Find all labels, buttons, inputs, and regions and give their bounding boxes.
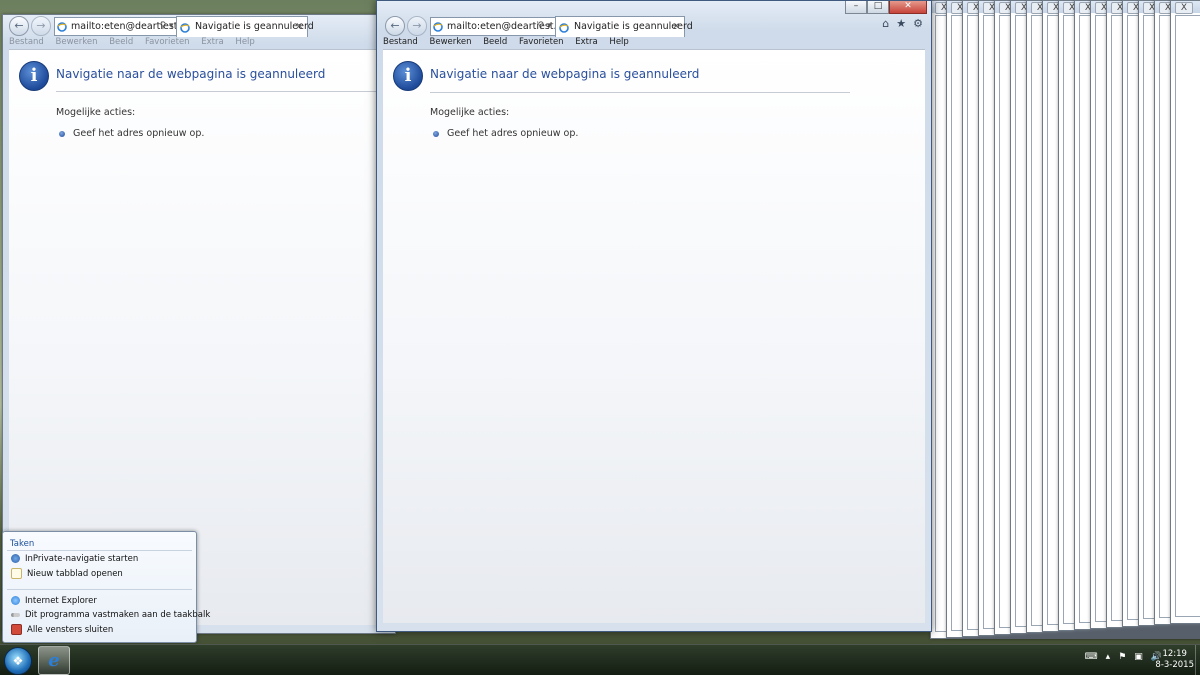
browser-window-active[interactable]: –□✕ ← → mailto:eten@deartiest.n ⚲ ▾ ↻ Na… bbox=[376, 0, 932, 632]
clock[interactable]: 12:19 8-3-2015 bbox=[1155, 649, 1194, 671]
system-tray: ⌨ ▴ ⚑ ▣ 🔊 bbox=[1077, 652, 1162, 662]
menu-beeld[interactable]: Beeld bbox=[109, 37, 133, 47]
search-icon[interactable]: ⚲ bbox=[160, 21, 167, 31]
keyboard-icon[interactable]: ⌨ bbox=[1085, 652, 1098, 662]
jump-list-label: Nieuw tabblad openen bbox=[27, 569, 123, 579]
menu-beeld[interactable]: Beeld bbox=[483, 37, 507, 47]
tab-close-icon[interactable]: ✕ bbox=[672, 17, 680, 37]
actions-label: Mogelijke acties: bbox=[56, 107, 136, 118]
close-button[interactable]: ✕ bbox=[889, 1, 927, 14]
show-hidden-icons-icon[interactable]: ▴ bbox=[1106, 652, 1111, 662]
bullet-icon bbox=[59, 130, 65, 137]
error-title: Navigatie naar de webpagina is geannulee… bbox=[430, 67, 700, 81]
jump-list-close-all[interactable]: Alle vensters sluiten bbox=[11, 624, 113, 635]
clock-time: 12:19 bbox=[1162, 649, 1187, 659]
back-button[interactable]: ← bbox=[9, 16, 29, 36]
jump-list-task-new-tab[interactable]: Nieuw tabblad openen bbox=[11, 568, 123, 579]
clock-date: 8-3-2015 bbox=[1155, 660, 1194, 670]
home-icon[interactable]: ⌂ bbox=[882, 17, 889, 30]
jump-list-label: Internet Explorer bbox=[25, 596, 97, 606]
action-center-flag-icon[interactable]: ⚑ bbox=[1118, 652, 1126, 662]
navigation-bar: ← → mailto:eten@deartiest.n ⚲ ▾ ↻ Naviga… bbox=[9, 15, 389, 37]
command-icons: ⌂ ★ ⚙ bbox=[875, 17, 923, 30]
jump-list-header: Taken bbox=[10, 539, 35, 549]
bullet-icon bbox=[433, 130, 439, 137]
jump-list-label: Dit programma vastmaken aan de taakbalk bbox=[25, 610, 211, 620]
menu-bar: Bestand Bewerken Beeld Favorieten Extra … bbox=[383, 37, 925, 48]
maximize-button[interactable]: □ bbox=[867, 1, 889, 14]
ie-icon: e bbox=[48, 650, 60, 671]
taskbar: ❖ e ⌨ ▴ ⚑ ▣ 🔊 12:19 8-3-2015 bbox=[0, 644, 1200, 675]
menu-bar: Bestand Bewerken Beeld Favorieten Extra … bbox=[9, 37, 389, 48]
pin-icon bbox=[11, 612, 20, 617]
info-icon: i bbox=[19, 61, 49, 91]
close-all-icon bbox=[11, 624, 22, 635]
dropdown-icon[interactable]: ▾ bbox=[169, 21, 174, 31]
divider bbox=[56, 91, 386, 92]
network-icon[interactable]: ▣ bbox=[1134, 652, 1143, 662]
menu-extra[interactable]: Extra bbox=[201, 37, 223, 47]
menu-favorieten[interactable]: Favorieten bbox=[145, 37, 190, 47]
tab-close-icon[interactable]: ✕ bbox=[295, 17, 303, 37]
window-content bbox=[1175, 15, 1200, 617]
gear-icon[interactable]: ⚙ bbox=[913, 17, 923, 30]
menu-bestand[interactable]: Bestand bbox=[9, 37, 44, 47]
minimize-button[interactable]: – bbox=[845, 1, 867, 14]
divider bbox=[430, 92, 850, 93]
caption-buttons: – □ ✕ bbox=[845, 1, 927, 14]
jump-list-label: InPrivate-navigatie starten bbox=[25, 554, 139, 564]
jump-list-task-inprivate[interactable]: InPrivate-navigatie starten bbox=[11, 554, 138, 564]
stacked-browser-window[interactable]: X bbox=[1170, 0, 1200, 624]
show-desktop-button[interactable] bbox=[1195, 645, 1200, 675]
jump-list-pin[interactable]: Dit programma vastmaken aan de taakbalk bbox=[11, 610, 210, 620]
tab-active[interactable]: Navigatie is geannuleerd ✕ bbox=[555, 16, 693, 37]
close-button[interactable]: X bbox=[1175, 2, 1193, 14]
info-icon: i bbox=[393, 61, 423, 91]
tab-active[interactable]: Navigatie is geannuleerd ✕ bbox=[176, 16, 314, 37]
action-item: Geef het adres opnieuw op. bbox=[59, 128, 204, 139]
address-bar[interactable]: mailto:eten@deartiest.n ⚲ ▾ ↻ bbox=[54, 17, 188, 36]
forward-button[interactable]: → bbox=[407, 16, 427, 36]
jump-list: Taken InPrivate-navigatie starten Nieuw … bbox=[2, 531, 210, 643]
ie-page-icon bbox=[57, 21, 67, 35]
start-button[interactable]: ❖ bbox=[4, 647, 32, 675]
menu-bewerken[interactable]: Bewerken bbox=[430, 37, 472, 47]
ie-page-icon bbox=[433, 21, 443, 35]
dropdown-icon[interactable]: ▾ bbox=[547, 21, 552, 31]
new-tab-icon bbox=[11, 568, 22, 579]
jump-list-label: Alle vensters sluiten bbox=[27, 625, 114, 635]
actions-label: Mogelijke acties: bbox=[430, 107, 510, 118]
back-button[interactable]: ← bbox=[385, 16, 405, 36]
jump-list-divider bbox=[7, 589, 192, 590]
page-content: i Navigatie naar de webpagina is geannul… bbox=[383, 49, 925, 623]
menu-help[interactable]: Help bbox=[609, 37, 628, 47]
ie-icon bbox=[11, 596, 20, 605]
menu-bewerken[interactable]: Bewerken bbox=[56, 37, 98, 47]
menu-extra[interactable]: Extra bbox=[575, 37, 597, 47]
jump-list-internet-explorer[interactable]: Internet Explorer bbox=[11, 596, 97, 606]
favorites-star-icon[interactable]: ★ bbox=[896, 17, 906, 30]
address-bar[interactable]: mailto:eten@deartiest.n ⚲ ▾ ↻ bbox=[430, 17, 566, 36]
jump-list-divider bbox=[7, 550, 192, 551]
menu-help[interactable]: Help bbox=[235, 37, 254, 47]
error-title: Navigatie naar de webpagina is geannulee… bbox=[56, 67, 326, 81]
action-item-text: Geef het adres opnieuw op. bbox=[447, 128, 579, 139]
action-item-text: Geef het adres opnieuw op. bbox=[73, 128, 205, 139]
taskbar-ie-button[interactable]: e bbox=[38, 646, 70, 675]
menu-bestand[interactable]: Bestand bbox=[383, 37, 418, 47]
search-icon[interactable]: ⚲ bbox=[538, 21, 545, 31]
inprivate-icon bbox=[11, 554, 20, 563]
forward-button[interactable]: → bbox=[31, 16, 51, 36]
action-item: Geef het adres opnieuw op. bbox=[433, 128, 578, 139]
navigation-bar: ← → mailto:eten@deartiest.n ⚲ ▾ ↻ Naviga… bbox=[383, 15, 925, 37]
menu-favorieten[interactable]: Favorieten bbox=[519, 37, 564, 47]
